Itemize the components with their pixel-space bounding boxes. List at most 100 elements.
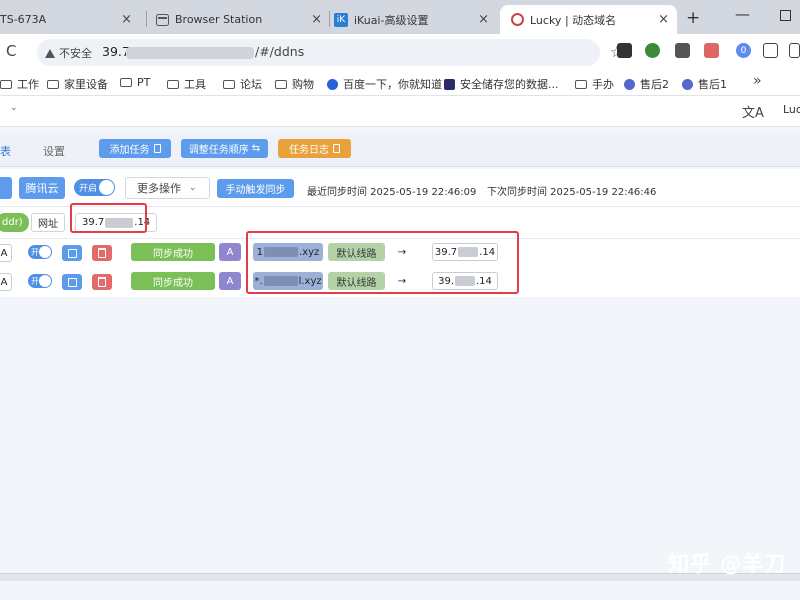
more-actions-dropdown[interactable]: 更多操作 ⌄	[125, 177, 210, 199]
provider-badge: 腾讯云	[19, 177, 65, 199]
tab-title: iKuai-高级设置	[354, 13, 429, 27]
bookmark-folder-figures[interactable]: 手办	[575, 76, 614, 92]
folder-icon	[223, 79, 235, 89]
lock-icon	[444, 78, 455, 90]
manual-sync-button[interactable]: 手动触发同步	[217, 179, 294, 198]
bookmark-label: 售后1	[698, 78, 727, 91]
more-bookmarks-icon[interactable]: »	[753, 73, 762, 89]
tab-divider	[146, 11, 147, 27]
next-sync-time: 下次同步时间 2025-05-19 22:46:46	[487, 187, 657, 198]
toggle-knob	[39, 246, 51, 258]
adjust-order-button[interactable]: 调整任务顺序 ⇆	[181, 139, 268, 158]
sync-status-badge: 同步成功	[131, 243, 215, 261]
bookmark-folder-pt[interactable]: PT	[120, 76, 150, 89]
tab-ikuai[interactable]: iK iKuai-高级设置 ×	[334, 5, 497, 34]
close-icon[interactable]: ×	[478, 12, 489, 27]
sidepanel-icon[interactable]	[789, 43, 800, 58]
bookmark-label: 售后2	[640, 78, 669, 91]
extension-4-icon[interactable]	[704, 43, 719, 58]
tab-title: Lucky | 动态域名	[530, 13, 617, 27]
add-task-button[interactable]: 添加任务	[99, 139, 171, 158]
edit-icon[interactable]	[62, 245, 82, 261]
extension-1-icon[interactable]	[617, 43, 632, 58]
record-toggle[interactable]: 开	[28, 245, 52, 259]
tab-browser-station[interactable]: Browser Station ×	[155, 5, 330, 34]
extension-2-icon[interactable]	[645, 43, 660, 58]
swap-icon: ⇆	[251, 143, 261, 154]
tab-divider	[329, 11, 330, 27]
edit-icon[interactable]	[62, 274, 82, 290]
collapse-handle[interactable]	[0, 177, 12, 199]
lucky-logo-icon	[510, 13, 524, 27]
server-icon	[155, 13, 169, 27]
tab-lucky-ddns[interactable]: Lucky | 动态域名 ×	[500, 5, 677, 34]
puzzle-icon[interactable]	[763, 43, 778, 58]
extension-5-icon[interactable]: 0	[736, 43, 751, 58]
toggle-knob	[99, 180, 114, 195]
close-icon[interactable]: ×	[658, 12, 669, 27]
watermark: 知乎 @羊刀	[668, 552, 787, 576]
bookmarks-bar: 工作 家里设备 PT 工具 论坛 购物 百度一下，你就知道 安全储存您的数据..…	[0, 70, 800, 96]
baidu-icon	[327, 78, 338, 90]
tab-title: Browser Station	[175, 13, 263, 26]
bookmark-secure-storage[interactable]: 安全储存您的数据...	[444, 76, 559, 92]
highlight-box-records	[246, 231, 519, 294]
minimize-button[interactable]: —	[735, 5, 750, 23]
record-type: A	[0, 244, 12, 262]
reload-icon[interactable]: C	[6, 42, 16, 60]
bookmark-baidu[interactable]: 百度一下，你就知道	[327, 76, 442, 92]
bookmark-label: PT	[137, 76, 151, 89]
security-indicator[interactable]: 不安全	[45, 45, 92, 61]
folder-icon	[0, 79, 12, 89]
address-bar[interactable]: 不安全 39.7 /#/ddns ☆	[37, 39, 623, 66]
delete-icon[interactable]	[92, 274, 112, 290]
record-type: A	[0, 273, 12, 291]
bookmark-aftersales-2[interactable]: 售后2	[624, 76, 669, 92]
tab-list[interactable]: 表	[0, 143, 11, 159]
new-tab-button[interactable]: +	[686, 8, 700, 28]
url-redacted	[126, 47, 254, 59]
folder-icon	[275, 79, 287, 89]
bookmark-label: 安全储存您的数据...	[460, 78, 559, 91]
bookmark-folder-tools[interactable]: 工具	[167, 76, 206, 92]
tab-ts-673a[interactable]: TS-673A ×	[0, 5, 140, 34]
language-label[interactable]: Luc	[783, 103, 800, 116]
tab-settings[interactable]: 设置	[43, 143, 65, 159]
bookmark-folder-shopping[interactable]: 购物	[275, 76, 314, 92]
record-toggle[interactable]: 开	[28, 274, 52, 288]
site-icon	[624, 78, 635, 90]
translate-icon[interactable]: 文A	[742, 102, 764, 121]
folder-icon	[120, 78, 132, 87]
bookmark-folder-home-devices[interactable]: 家里设备	[47, 76, 108, 92]
chevron-down-icon: ⌄	[189, 183, 197, 193]
close-icon[interactable]: ×	[121, 12, 132, 27]
maximize-button[interactable]	[780, 10, 791, 21]
site-icon	[682, 78, 693, 90]
bookmark-aftersales-1[interactable]: 售后1	[682, 76, 727, 92]
address-type-chip: ddr)	[0, 213, 29, 232]
bookmark-folder-forum[interactable]: 论坛	[223, 76, 262, 92]
app-header: ⌄ 文A Luc	[0, 97, 800, 127]
bookmark-folder-work[interactable]: 工作	[0, 76, 39, 92]
close-icon[interactable]: ×	[311, 12, 322, 27]
highlight-box-source-ip	[70, 203, 147, 233]
browser-tab-strip: TS-673A × Browser Station × iK iKuai-高级设…	[0, 0, 800, 34]
delete-icon[interactable]	[92, 245, 112, 261]
last-sync-time: 最近同步时间 2025-05-19 22:46:09	[307, 187, 477, 198]
record-type-badge: A	[219, 243, 241, 261]
url-chip: 网址	[31, 213, 65, 232]
extension-badge: 0	[740, 45, 747, 56]
ikuai-logo-icon: iK	[334, 12, 348, 27]
page-tabs: 表 设置 添加任务 调整任务顺序 ⇆ 任务日志	[0, 133, 800, 167]
document-icon	[153, 144, 161, 153]
task-enable-toggle[interactable]: 开启	[74, 179, 115, 196]
extension-3-icon[interactable]	[675, 43, 690, 58]
task-toolbar: 腾讯云 开启 更多操作 ⌄ 手动触发同步 最近同步时间 2025-05-19 22…	[0, 169, 800, 207]
record-type-badge: A	[219, 272, 241, 290]
tab-title: TS-673A	[0, 13, 47, 26]
task-log-button[interactable]: 任务日志	[278, 139, 351, 158]
chevron-down-icon[interactable]: ⌄	[10, 103, 18, 113]
page-bottom	[0, 581, 800, 600]
url-path: /#/ddns	[255, 44, 305, 59]
bookmark-label: 手办	[592, 78, 614, 91]
